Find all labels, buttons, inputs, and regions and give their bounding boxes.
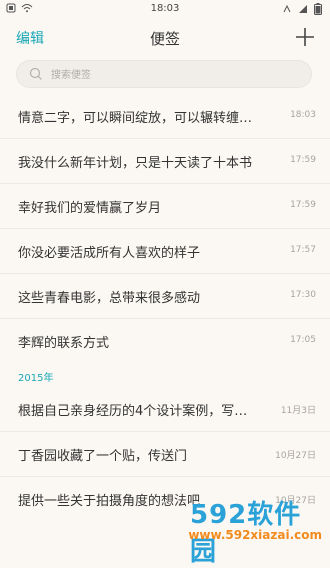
note-time: 11月3日 — [280, 406, 316, 416]
note-time: 17:59 — [290, 155, 316, 165]
note-title: 李辉的联系方式 — [18, 336, 110, 351]
nav-bar: 编辑 便签 — [0, 18, 330, 56]
notes-list: 情意二字，可以瞬间绽放，可以辗转缠… 18:03 我没什么新年计划，只是十天读了… — [0, 94, 330, 521]
note-row[interactable]: 情意二字，可以瞬间绽放，可以辗转缠… 18:03 — [0, 94, 330, 139]
note-title: 丁香园收藏了一个贴，传送门 — [18, 449, 188, 464]
note-time: 10月27日 — [275, 451, 316, 461]
section-label: 2015年 — [18, 373, 54, 384]
note-row[interactable]: 丁香园收藏了一个贴，传送门 10月27日 — [0, 432, 330, 477]
section-header-2015: 2015年 — [0, 363, 330, 387]
add-note-icon[interactable] — [294, 26, 316, 48]
note-title: 幸好我们的爱情赢了岁月 — [18, 201, 162, 216]
note-row[interactable]: 这些青春电影，总带来很多感动 17:30 — [0, 274, 330, 319]
note-time: 17:59 — [290, 200, 316, 210]
note-row[interactable]: 李辉的联系方式 17:05 — [0, 319, 330, 363]
status-time: 18:03 — [150, 3, 180, 14]
note-row[interactable]: 根据自己亲身经历的4个设计案例，写… 11月3日 — [0, 387, 330, 432]
status-bar: 18:03 — [0, 0, 330, 18]
note-time: 17:05 — [290, 335, 316, 345]
note-time: 17:30 — [290, 290, 316, 300]
battery-icon — [314, 3, 322, 15]
note-title: 根据自己亲身经历的4个设计案例，写… — [18, 404, 248, 419]
note-row[interactable]: 我没什么新年计划，只是十天读了十本书 17:59 — [0, 139, 330, 184]
alarm-icon — [283, 4, 291, 13]
note-time: 18:03 — [290, 110, 316, 120]
note-title: 情意二字，可以瞬间绽放，可以辗转缠… — [18, 111, 253, 126]
watermark-url: www.592xiazai.com — [188, 528, 322, 542]
note-row[interactable]: 你没必要活成所有人喜欢的样子 17:57 — [0, 229, 330, 274]
note-row[interactable]: 幸好我们的爱情赢了岁月 17:59 — [0, 184, 330, 229]
signal-icon — [299, 5, 307, 13]
search-input[interactable] — [49, 65, 303, 85]
status-right — [282, 3, 322, 15]
note-title: 我没什么新年计划，只是十天读了十本书 — [18, 156, 253, 171]
search-icon — [29, 67, 42, 80]
search-bar[interactable] — [16, 60, 312, 88]
note-title: 你没必要活成所有人喜欢的样子 — [18, 246, 201, 261]
note-title: 这些青春电影，总带来很多感动 — [18, 291, 201, 306]
note-time: 17:57 — [290, 245, 316, 255]
watermark: 592软件园 www.592xiazai.com — [188, 492, 330, 567]
page-title: 便签 — [149, 30, 180, 48]
